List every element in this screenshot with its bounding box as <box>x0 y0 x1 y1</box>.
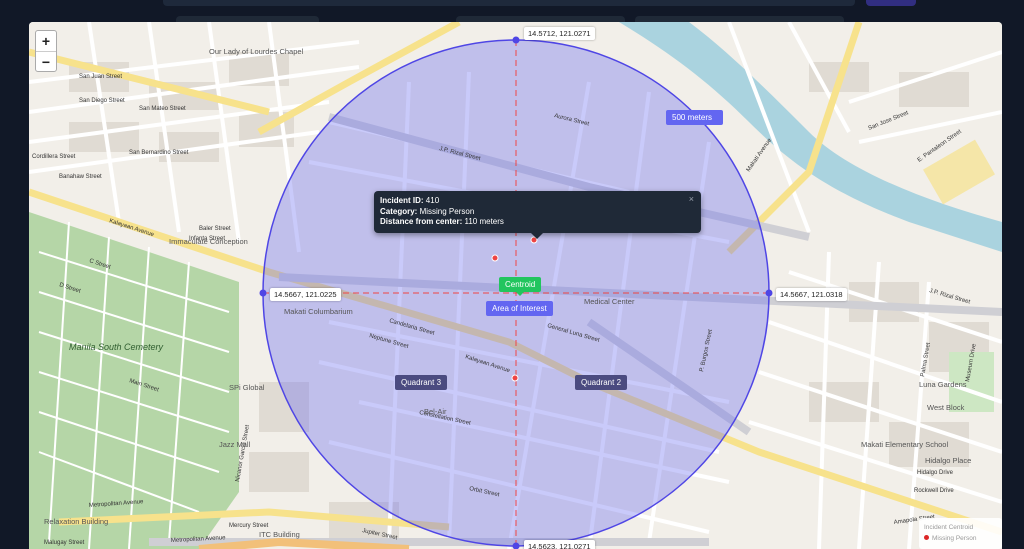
popup-category-value: Missing Person <box>419 206 475 216</box>
toolbar-accent <box>163 0 855 6</box>
zoom-out-button[interactable]: − <box>36 51 56 71</box>
top-toolbar <box>0 0 1024 22</box>
zoom-in-button[interactable]: + <box>36 31 56 51</box>
close-icon[interactable]: × <box>689 194 694 205</box>
quadrant-3-label: Quadrant 3 <box>395 375 448 390</box>
north-vertex[interactable] <box>512 36 520 44</box>
bel-air-label: Bel-Air <box>424 407 447 416</box>
incident-marker[interactable] <box>511 374 519 382</box>
street-san-mateo: San Mateo Street <box>139 106 186 112</box>
map-legend: Incident Centroid Missing Person <box>919 518 1002 549</box>
toolbar-accent-right <box>866 0 916 6</box>
relaxation-label: Relaxation Building <box>44 517 108 526</box>
street-san-juan: San Juan Street <box>79 74 122 80</box>
zoom-control: + − <box>35 30 57 72</box>
area-of-interest-label[interactable]: Area of Interest <box>486 301 553 316</box>
cemetery-label: Manila South Cemetery <box>69 342 164 352</box>
legend-item-missing-label: Missing Person <box>932 535 977 542</box>
street-banahaw: Banahaw Street <box>59 174 102 180</box>
street-baler: Baler Street <box>199 226 231 232</box>
luna-gardens-label: Luna Gardens <box>919 380 967 389</box>
hidalgo-place-label: Hidalgo Place <box>925 456 971 465</box>
popup-id-value: 410 <box>425 196 440 205</box>
popup-id-label: Incident ID: <box>380 196 424 205</box>
popup-distance-label: Distance from center: <box>380 217 463 226</box>
south-coordinate-label: 14.5623, 121.0271 <box>524 540 595 549</box>
immaculate-label: Immaculate Conception <box>169 237 248 246</box>
west-vertex[interactable] <box>259 289 267 297</box>
popup-distance-value: 110 meters <box>464 217 504 226</box>
incident-popup: × Incident ID: 410 Category: Missing Per… <box>374 191 701 239</box>
popup-category-label: Category: <box>380 206 418 216</box>
street-malugay: Malugay Street <box>44 540 85 546</box>
legend-dot-icon <box>924 535 929 540</box>
east-vertex[interactable] <box>765 289 773 297</box>
quadrant-2-label: Quadrant 2 <box>575 375 628 390</box>
lourdes-label: Our Lady of Lourdes Chapel <box>209 47 304 56</box>
street-mercury: Mercury Street <box>229 523 269 529</box>
medical-center-label: Medical Center <box>584 297 635 306</box>
street-san-bernardino: San Bernardino Street <box>129 150 189 156</box>
north-coordinate-label: 14.5712, 121.0271 <box>524 27 595 40</box>
popup-id-row: Incident ID: 410 <box>380 196 695 207</box>
incident-marker[interactable] <box>491 254 499 262</box>
popup-category-row: Category: Missing Person <box>380 207 695 218</box>
west-coordinate-label: 14.5667, 121.0225 <box>270 288 341 301</box>
legend-item-missing: Missing Person <box>924 533 997 544</box>
street-hidalgo: Hidalgo Drive <box>917 470 954 476</box>
west-block-label: West Block <box>927 403 965 412</box>
spi-global-label: SPi Global <box>229 383 265 392</box>
map-container[interactable]: Manila South Cemetery Metropolitan Avenu… <box>29 22 1002 549</box>
street-rockwell: Rockwell Drive <box>914 488 954 494</box>
street-cordillera: Cordillera Street <box>32 154 76 160</box>
street-san-diego: San Diego Street <box>79 98 125 104</box>
radius-label: 500 meters <box>666 110 723 125</box>
makati-elementary-label: Makati Elementary School <box>861 440 948 449</box>
makati-columbarium-label: Makati Columbarium <box>284 307 353 316</box>
jazz-mall-label: Jazz Mall <box>219 440 251 449</box>
popup-distance-row: Distance from center: 110 meters <box>380 217 695 228</box>
itc-label: ITC Building <box>259 530 300 539</box>
legend-item-centroid: Incident Centroid <box>924 524 974 531</box>
east-coordinate-label: 14.5667, 121.0318 <box>776 288 847 301</box>
centroid-label[interactable]: Centroid <box>499 277 542 296</box>
